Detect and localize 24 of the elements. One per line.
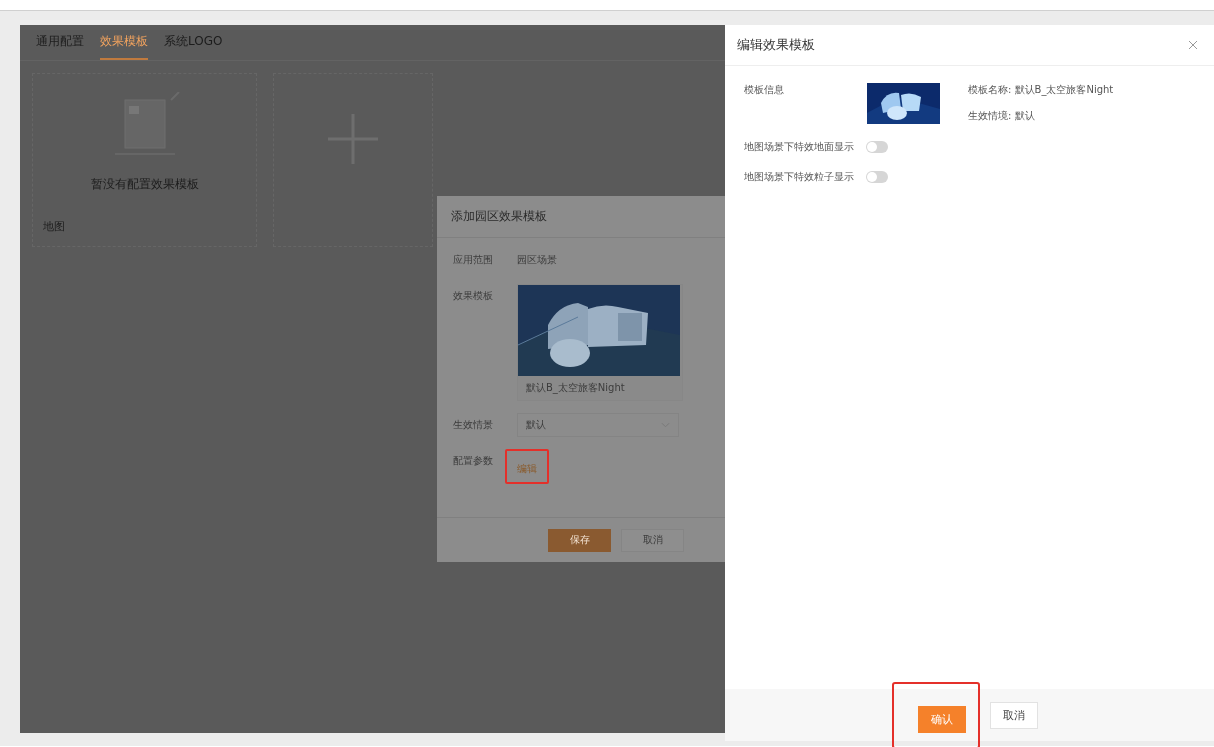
modal-button[interactable]: 取消 <box>621 528 684 552</box>
toggle-label: 地图场景下特效粒子显示 <box>744 170 854 184</box>
toggle-switch[interactable] <box>866 141 888 153</box>
tab[interactable]: 效果模板 <box>100 25 148 60</box>
field-label: 配置参数 <box>453 454 494 468</box>
drawer-title: 编辑效果模板 <box>737 36 815 54</box>
field-value: 园区场景 <box>517 253 557 267</box>
close-icon[interactable] <box>1188 40 1198 50</box>
drawer-button[interactable]: 确认 <box>918 705 966 733</box>
scene-select[interactable]: 默认 <box>517 413 679 437</box>
tab[interactable]: 系统LOGO <box>164 25 223 60</box>
info-label: 模板信息 <box>744 83 785 97</box>
info-text: 模板名称: 默认B_太空旅客Night <box>968 83 1114 97</box>
field-label: 应用范围 <box>453 253 494 267</box>
drawer-button[interactable]: 取消 <box>990 701 1038 729</box>
field-label: 效果模板 <box>453 289 494 303</box>
modal-button[interactable]: 保存 <box>548 528 611 552</box>
field-label: 生效情景 <box>453 418 494 432</box>
toggle-switch[interactable] <box>866 171 888 183</box>
edit-link[interactable]: 编辑 <box>517 463 537 474</box>
toggle-label: 地图场景下特效地面显示 <box>744 140 854 154</box>
template-card[interactable]: 默认B_太空旅客Night <box>517 284 683 401</box>
info-text: 生效情境: 默认 <box>968 109 1036 123</box>
template-caption: 默认B_太空旅客Night <box>525 381 626 396</box>
